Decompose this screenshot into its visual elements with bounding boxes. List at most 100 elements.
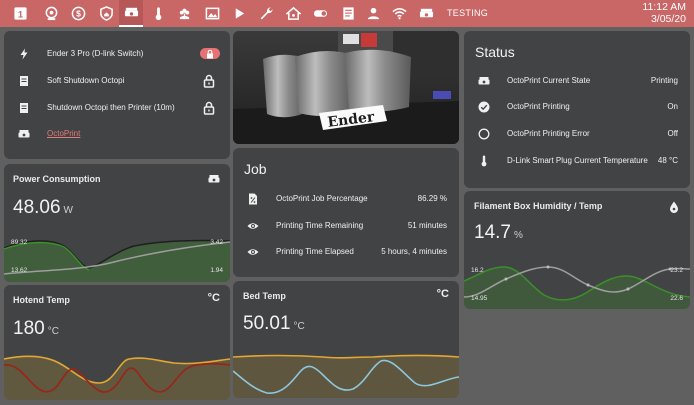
time-remaining-value: 51 minutes	[407, 221, 447, 230]
flower-icon	[179, 8, 190, 20]
humidity-max-right: 23.2	[670, 267, 683, 274]
time-remaining-row[interactable]: Printing Time Remaining 51 minutes	[233, 219, 459, 233]
play-icon	[235, 8, 245, 19]
clock-date: 3/05/20	[650, 13, 686, 25]
tab-media[interactable]	[232, 6, 247, 21]
humidity-title: Filament Box Humidity / Temp	[474, 201, 603, 211]
switch-ender3-row[interactable]: Ender 3 Pro (D-link Switch)	[4, 47, 230, 61]
lock-icon[interactable]	[203, 101, 215, 115]
shutdown-printer-label: Shutdown Octopi then Printer (10m)	[47, 103, 175, 112]
tab-tools[interactable]	[259, 6, 274, 21]
numeric-1-box-icon: 1	[14, 7, 27, 20]
bed-title: Bed Temp	[243, 291, 286, 301]
humidity-graph	[464, 265, 690, 309]
svg-text:$: $	[76, 9, 81, 19]
tab-logbook[interactable]	[341, 6, 356, 21]
job-title: Job	[244, 161, 267, 177]
time-elapsed-label: Printing Time Elapsed	[276, 247, 354, 256]
water-drop-icon	[669, 200, 679, 218]
svg-text:1: 1	[18, 9, 23, 19]
tab-testing-label[interactable]: TESTING	[447, 8, 488, 18]
soft-shutdown-label: Soft Shutdown Octopi	[47, 76, 125, 85]
tab-octoprint-testing[interactable]	[419, 6, 434, 21]
status-card: Status OctoPrint Current State Printing …	[464, 31, 690, 188]
clock-time: 11:12 AM	[642, 1, 686, 13]
camera-feed[interactable]: Ender	[233, 31, 459, 144]
status-title: Status	[475, 44, 515, 60]
shield-home-icon	[100, 6, 113, 21]
wifi-icon	[392, 8, 407, 20]
power-consumption-card[interactable]: Power Consumption 48.06 W 89.32 13.62 3.4…	[4, 164, 230, 282]
hotend-temp-card[interactable]: Hotend Temp °C 180 °C	[4, 285, 230, 400]
tab-home-automation[interactable]	[286, 6, 301, 21]
dollar-circle-icon: $	[71, 6, 86, 21]
tab-people[interactable]	[366, 6, 381, 21]
printing-row[interactable]: OctoPrint Printing On	[464, 100, 690, 114]
octoprint-icon	[419, 8, 434, 18]
ender3-toggle[interactable]	[200, 48, 220, 59]
flash-icon	[17, 47, 31, 61]
humidity-value: 14.7%	[474, 222, 523, 243]
printing-error-label: OctoPrint Printing Error	[507, 129, 590, 138]
camera-image: Ender	[233, 31, 459, 144]
job-percentage-label: OctoPrint Job Percentage	[276, 194, 368, 203]
power-max-left: 89.32	[11, 239, 28, 246]
octoprint-icon	[477, 74, 491, 88]
hotend-graph	[4, 355, 230, 400]
time-elapsed-row[interactable]: Printing Time Elapsed 5 hours, 4 minutes	[233, 245, 459, 259]
octoprint-link-row[interactable]: OctoPrint	[4, 127, 230, 141]
camera-badge-icon	[45, 6, 58, 21]
toggle-switch-icon	[313, 10, 328, 17]
power-max-right: 3.42	[210, 239, 223, 246]
check-circle-icon	[477, 100, 491, 114]
current-state-label: OctoPrint Current State	[507, 76, 591, 85]
job-percentage-row[interactable]: OctoPrint Job Percentage 86.29 %	[233, 192, 459, 206]
time-remaining-label: Printing Time Remaining	[276, 221, 364, 230]
printing-value: On	[667, 102, 678, 111]
tab-network[interactable]	[392, 6, 407, 21]
script-icon	[17, 74, 31, 88]
plug-temperature-row[interactable]: D-Link Smart Plug Current Temperature 48…	[464, 154, 690, 168]
soft-shutdown-row[interactable]: Soft Shutdown Octopi	[4, 74, 230, 88]
lock-icon[interactable]	[203, 74, 215, 88]
humidity-min-right: 22.6	[670, 295, 683, 302]
job-percentage-value: 86.29 %	[417, 194, 447, 203]
celsius-icon: °C	[207, 292, 220, 304]
tab-map[interactable]	[205, 6, 220, 21]
job-card: Job OctoPrint Job Percentage 86.29 % Pri…	[233, 148, 459, 277]
file-percent-icon	[246, 192, 260, 206]
tab-garden[interactable]	[177, 6, 192, 21]
clock: 11:12 AM 3/05/20	[642, 1, 686, 25]
document-list-icon	[343, 7, 354, 20]
current-state-row[interactable]: OctoPrint Current State Printing	[464, 74, 690, 88]
printing-error-row[interactable]: OctoPrint Printing Error Off	[464, 127, 690, 141]
script-icon	[17, 101, 31, 115]
eye-icon	[246, 219, 260, 233]
tab-dollar[interactable]: $	[71, 6, 86, 21]
time-elapsed-value: 5 hours, 4 minutes	[381, 247, 447, 256]
lock-icon	[207, 49, 213, 58]
power-title: Power Consumption	[13, 174, 101, 184]
celsius-icon: °C	[436, 288, 449, 300]
top-toolbar: 1 $ TESTING 11:12 AM 3/05/20	[0, 0, 694, 27]
bed-temp-card[interactable]: Bed Temp °C 50.01 °C	[233, 281, 459, 398]
bed-graph	[233, 354, 459, 398]
switch-ender3-label: Ender 3 Pro (D-link Switch)	[47, 49, 144, 58]
shutdown-printer-row[interactable]: Shutdown Octopi then Printer (10m)	[4, 101, 230, 115]
tab-camera[interactable]	[44, 6, 59, 21]
filament-humidity-card[interactable]: Filament Box Humidity / Temp 14.7% 16.2 …	[464, 191, 690, 309]
hotend-title: Hotend Temp	[13, 295, 70, 305]
tab-security[interactable]	[99, 6, 114, 21]
humidity-min-left: 14.95	[471, 295, 488, 302]
octoprint-link[interactable]: OctoPrint	[47, 129, 80, 138]
octoprint-printer-icon	[124, 7, 138, 17]
tab-numeric-1[interactable]: 1	[13, 6, 28, 21]
tab-temperature[interactable]	[151, 6, 166, 21]
eye-icon	[246, 245, 260, 259]
power-min-left: 13.62	[11, 267, 28, 274]
tab-octoprint-active[interactable]	[119, 0, 143, 27]
power-graph	[4, 239, 230, 282]
power-min-right: 1.94	[210, 267, 223, 274]
tab-switches[interactable]	[313, 6, 328, 21]
power-value: 48.06 W	[13, 197, 73, 218]
